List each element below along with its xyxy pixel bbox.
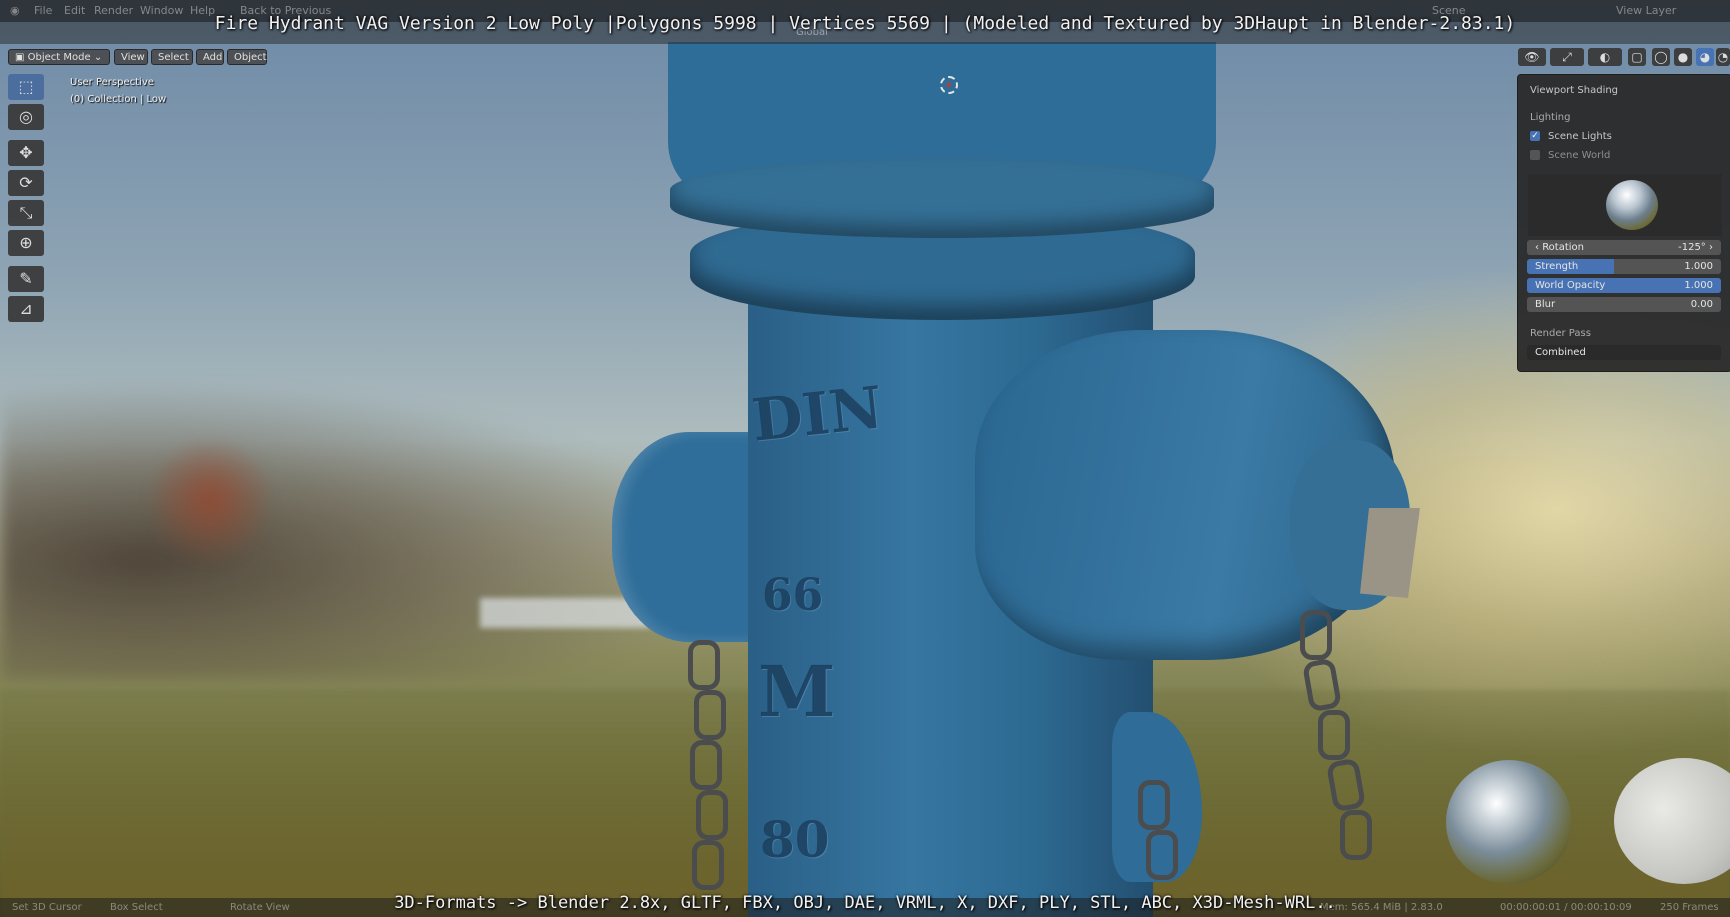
chain-link xyxy=(1300,610,1332,660)
blur-value: 0.00 xyxy=(1690,299,1713,310)
chain-link xyxy=(696,790,728,840)
scene-world-label: Scene World xyxy=(1548,150,1611,161)
chain-link xyxy=(1138,780,1170,830)
emboss-m: M xyxy=(758,650,836,733)
rendered-shading-icon[interactable]: ◔ xyxy=(1716,48,1730,66)
tool-shelf: ⬚ ◎ ✥ ⟳ ⤡ ⊕ ✎ ⊿ xyxy=(8,74,46,326)
object-menu-button[interactable]: Object xyxy=(227,49,267,65)
chain-link xyxy=(688,640,720,690)
select-box-tool-icon[interactable]: ⬚ xyxy=(8,74,44,100)
lighting-section-label: Lighting xyxy=(1530,112,1571,123)
chain-link xyxy=(690,740,722,790)
mode-label: Object Mode xyxy=(27,52,91,63)
measure-tool-icon[interactable]: ⊿ xyxy=(8,296,44,322)
annotate-tool-icon[interactable]: ✎ xyxy=(8,266,44,292)
world-opacity-value: 1.000 xyxy=(1684,280,1713,291)
object-mode-icon: ▣ xyxy=(15,52,28,63)
solid-shading-icon[interactable]: ● xyxy=(1674,48,1692,66)
gizmo-toggle-icon[interactable]: ⤢ xyxy=(1550,48,1584,66)
transform-tool-icon[interactable]: ⊕ xyxy=(8,230,44,256)
blur-label: Blur xyxy=(1535,299,1556,310)
rotation-value: -125° › xyxy=(1678,242,1713,253)
strength-slider[interactable]: Strength 1.000 xyxy=(1527,259,1721,274)
rotation-field[interactable]: ‹ Rotation -125° › xyxy=(1527,240,1721,255)
background-house xyxy=(480,598,650,628)
scene-world-checkbox[interactable]: Scene World xyxy=(1530,149,1610,163)
chevron-right-icon: › xyxy=(1705,242,1713,253)
viewport-3d[interactable]: DIN 66 M 80 xyxy=(0,0,1730,917)
chain-link xyxy=(1340,810,1372,860)
world-opacity-label: World Opacity xyxy=(1535,280,1606,291)
blur-slider[interactable]: Blur 0.00 xyxy=(1527,297,1721,312)
cursor-tool-icon[interactable]: ◎ xyxy=(8,104,44,130)
3d-cursor[interactable] xyxy=(940,76,958,94)
hdri-preview[interactable] xyxy=(1527,173,1723,237)
view-menu-button[interactable]: View xyxy=(114,49,148,65)
scene-lights-label: Scene Lights xyxy=(1548,131,1612,142)
wireframe-shading-icon[interactable]: ◯ xyxy=(1652,48,1670,66)
xray-toggle-icon[interactable]: ▢ xyxy=(1628,48,1646,66)
shading-title: Viewport Shading xyxy=(1530,85,1619,96)
strength-value: 1.000 xyxy=(1684,261,1713,272)
scale-tool-icon[interactable]: ⤡ xyxy=(8,200,44,226)
chevron-down-icon: ⌄ xyxy=(90,52,103,63)
chain-link xyxy=(692,840,724,890)
render-pass-label: Render Pass xyxy=(1530,328,1591,339)
emboss-number-2: 80 xyxy=(760,810,830,869)
visibility-dropdown-icon[interactable]: 👁 xyxy=(1518,48,1546,66)
chain-link xyxy=(694,690,726,740)
overlay-toggle-icon[interactable]: ◐ xyxy=(1588,48,1622,66)
chrome-ball-gizmo xyxy=(1446,760,1572,884)
emboss-din: DIN xyxy=(748,373,886,455)
object-mode-dropdown[interactable]: ▣ Object Mode ⌄ xyxy=(8,49,110,65)
scene-lights-checkbox[interactable]: ✓ Scene Lights xyxy=(1530,130,1612,144)
viewport-shading-popover: Viewport Shading Lighting ✓ Scene Lights … xyxy=(1517,74,1730,372)
move-tool-icon[interactable]: ✥ xyxy=(8,140,44,166)
rotation-label: ‹ Rotation xyxy=(1535,242,1585,253)
select-menu-button[interactable]: Select xyxy=(151,49,193,65)
checkbox-checked-icon: ✓ xyxy=(1530,131,1540,141)
strength-label: Strength xyxy=(1535,261,1579,272)
checkbox-unchecked-icon xyxy=(1530,150,1540,160)
hydrant-ring-upper xyxy=(670,158,1214,238)
world-opacity-slider[interactable]: World Opacity 1.000 xyxy=(1527,278,1721,293)
chain-link xyxy=(1146,830,1178,880)
render-pass-dropdown[interactable]: Combined xyxy=(1527,345,1721,360)
rotate-tool-icon[interactable]: ⟳ xyxy=(8,170,44,196)
add-menu-button[interactable]: Add xyxy=(196,49,224,65)
material-preview-shading-icon[interactable]: ◕ xyxy=(1696,48,1714,66)
video-footer-overlay: 3D-Formats -> Blender 2.8x, GLTF, FBX, O… xyxy=(394,893,1336,913)
emboss-number-1: 66 xyxy=(762,570,824,621)
viewport-collection-label: (0) Collection | Low xyxy=(70,94,167,105)
render-pass-value: Combined xyxy=(1535,347,1586,358)
hdri-sphere-icon xyxy=(1606,180,1658,230)
chain-link xyxy=(1318,710,1350,760)
viewport-perspective-label: User Perspective xyxy=(70,77,154,88)
video-title-overlay: Fire Hydrant VAG Version 2 Low Poly |Pol… xyxy=(214,13,1516,34)
background-tree-autumn xyxy=(150,430,270,570)
